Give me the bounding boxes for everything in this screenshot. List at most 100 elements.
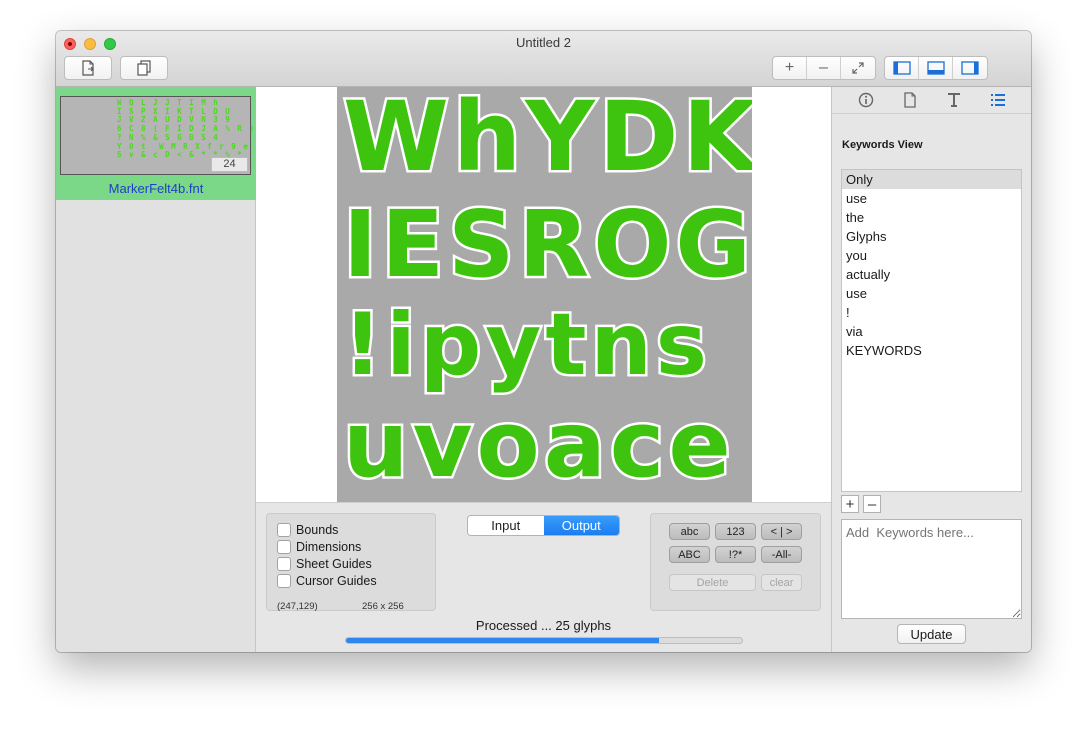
fit-button[interactable] <box>841 57 875 79</box>
glyph[interactable]: I <box>340 192 379 297</box>
file-thumbnail: W Q L J J T I M h I S P X I K T L D U J … <box>60 96 256 175</box>
file-name: MarkerFelt4b.fnt <box>108 181 204 196</box>
info-icon <box>858 92 874 108</box>
glyph[interactable]: R <box>516 192 592 297</box>
checkbox-box[interactable] <box>277 557 291 571</box>
new-document-button[interactable] <box>64 56 112 80</box>
numbers-button[interactable]: 123 <box>715 523 756 540</box>
glyph-row: ! i p y t n s <box>340 293 709 398</box>
symbols-button[interactable]: !?* <box>715 546 756 563</box>
keyword-item[interactable]: via <box>842 322 1021 341</box>
glyph[interactable]: a <box>541 392 608 497</box>
keyword-item[interactable]: you <box>842 246 1021 265</box>
output-tab[interactable]: Output <box>543 516 619 535</box>
keywords-view-title: Keywords View <box>842 139 923 151</box>
view-mode-toggle: Input Output <box>467 515 620 536</box>
glyph[interactable]: s <box>653 293 709 398</box>
title-bar: Untitled 2 + – <box>56 31 1031 87</box>
file-size-badge: 24 <box>211 157 248 172</box>
info-tab[interactable] <box>857 91 875 109</box>
glyph-row: uvoace <box>341 392 734 497</box>
checkbox-label: Dimensions <box>296 540 362 554</box>
control-panel: Bounds Dimensions Sheet Guides Cursor Gu… <box>256 502 831 652</box>
cursor-guides-checkbox[interactable]: Cursor Guides <box>277 574 377 588</box>
right-panel-icon <box>961 61 979 75</box>
lowercase-button[interactable]: abc <box>669 523 710 540</box>
checkbox-box[interactable] <box>277 523 291 537</box>
glyph[interactable]: p <box>417 293 484 398</box>
sheet-guides-checkbox[interactable]: Sheet Guides <box>277 557 372 571</box>
progress-fill <box>346 638 659 643</box>
keyword-item[interactable]: Only <box>842 170 1021 189</box>
glyph[interactable]: Y <box>523 87 597 190</box>
toggle-right-panel-button[interactable] <box>953 57 987 79</box>
document-tab[interactable] <box>901 91 919 109</box>
left-panel-icon <box>892 61 911 75</box>
all-button[interactable]: -All- <box>761 546 802 563</box>
brackets-button[interactable]: < | > <box>761 523 802 540</box>
add-keyword-button[interactable]: + <box>841 495 859 513</box>
new-document-icon <box>82 60 94 76</box>
keyword-item[interactable]: use <box>842 189 1021 208</box>
glyph[interactable]: S <box>446 192 517 297</box>
document-icon <box>904 92 916 108</box>
glyph[interactable]: y <box>483 293 544 398</box>
status-text: Processed ... 25 glyphs <box>475 618 612 633</box>
glyph[interactable]: E <box>379 192 447 297</box>
inspector-tabs <box>832 87 1031 114</box>
keywords-tab[interactable] <box>989 91 1007 109</box>
keywords-input[interactable] <box>841 519 1022 619</box>
delete-button[interactable]: Delete <box>669 574 756 591</box>
progress-bar <box>345 637 743 644</box>
keyword-item[interactable]: actually <box>842 265 1021 284</box>
glyph-row: IESROG <box>340 192 752 297</box>
glyph[interactable]: t <box>543 293 589 398</box>
glyph[interactable]: c <box>607 392 667 497</box>
toggle-left-panel-button[interactable] <box>885 57 919 79</box>
glyph-row: WhYDK <box>341 87 752 190</box>
keyword-item[interactable]: KEYWORDS <box>842 341 1021 360</box>
glyph[interactable]: D <box>596 87 681 190</box>
dimensions-checkbox[interactable]: Dimensions <box>277 540 361 554</box>
glyph[interactable]: u <box>341 392 411 497</box>
remove-keyword-button[interactable]: – <box>863 495 881 513</box>
glyph[interactable]: G <box>673 192 752 297</box>
file-item[interactable]: W Q L J J T I M h I S P X I K T L D U J … <box>56 87 256 200</box>
uppercase-button[interactable]: ABC <box>669 546 710 563</box>
update-button[interactable]: Update <box>897 624 966 644</box>
keywords-list[interactable]: Only use the Glyphs you actually use! via KEYWOR… <box>841 169 1022 492</box>
thumbnail-glyphs: W Q L J J T I M h I S P X I K T L D U J … <box>117 98 256 160</box>
glyph[interactable]: h <box>450 87 523 190</box>
duplicate-button[interactable] <box>120 56 168 80</box>
keyword-item[interactable]: ! <box>842 303 1021 322</box>
input-tab[interactable]: Input <box>468 516 544 535</box>
clear-button[interactable]: clear <box>761 574 802 591</box>
toggle-bottom-panel-button[interactable] <box>919 57 953 79</box>
checkbox-box[interactable] <box>277 574 291 588</box>
glyph[interactable]: K <box>680 87 752 190</box>
zoom-in-button[interactable]: + <box>773 57 807 79</box>
bottom-panel-icon <box>926 61 945 75</box>
keyword-item[interactable]: Glyphs <box>842 227 1021 246</box>
glyph[interactable]: v <box>410 392 475 497</box>
glyph[interactable]: ! <box>340 293 384 398</box>
keyword-item[interactable]: use <box>842 284 1021 303</box>
glyph[interactable]: i <box>384 293 419 398</box>
duplicate-icon <box>137 60 151 76</box>
glyph-sheet[interactable]: WhYDK IESROG ! i p y t n s uvoace <box>337 87 752 502</box>
keyword-item[interactable]: the <box>842 208 1021 227</box>
bounds-checkbox[interactable]: Bounds <box>277 523 338 537</box>
zoom-controls: + – <box>772 56 876 80</box>
panel-toggles <box>884 56 988 80</box>
glyph[interactable]: W <box>341 87 452 190</box>
zoom-out-button[interactable]: – <box>807 57 841 79</box>
text-tab[interactable] <box>945 91 963 109</box>
file-sidebar: W Q L J J T I M h I S P X I K T L D U J … <box>56 87 256 652</box>
glyph[interactable]: e <box>666 392 733 497</box>
glyph[interactable]: n <box>588 293 654 398</box>
character-set-box: abc 123 < | > ABC !?* -All- Delete clear <box>650 513 821 611</box>
checkbox-box[interactable] <box>277 540 291 554</box>
glyph[interactable]: o <box>474 392 542 497</box>
glyph[interactable]: O <box>591 192 674 297</box>
checkbox-label: Bounds <box>296 523 339 537</box>
